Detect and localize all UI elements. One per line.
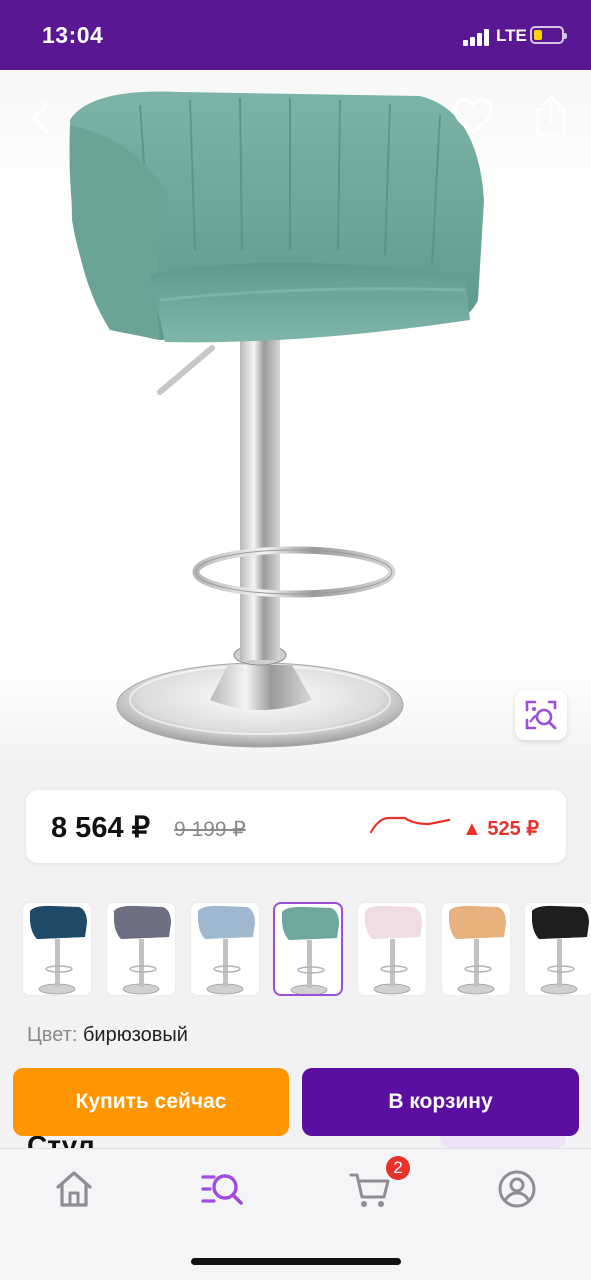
home-indicator bbox=[191, 1258, 401, 1265]
variant-thumbnail bbox=[198, 905, 255, 995]
price-difference: ▲ 525 ₽ bbox=[462, 818, 540, 840]
add-to-cart-button[interactable]: В корзину bbox=[302, 1068, 579, 1136]
product-badge bbox=[440, 1136, 566, 1148]
color-variant-dark-blue[interactable] bbox=[22, 902, 92, 996]
variant-thumbnail bbox=[114, 905, 171, 995]
color-info: Цвет: бирюзовый bbox=[27, 1024, 188, 1047]
old-price: 9 199 ₽ bbox=[174, 818, 246, 841]
variant-thumbnail bbox=[282, 906, 339, 994]
color-variant-turquoise[interactable] bbox=[273, 902, 343, 996]
price-card[interactable]: 8 564 ₽ 9 199 ₽ ▲ 525 ₽ bbox=[26, 790, 566, 863]
color-variants bbox=[22, 902, 591, 998]
home-icon[interactable] bbox=[52, 1167, 96, 1211]
color-label: Цвет: bbox=[27, 1024, 78, 1046]
chevron-left-icon[interactable] bbox=[22, 98, 62, 138]
variant-thumbnail bbox=[30, 905, 87, 995]
signal-icon bbox=[463, 28, 491, 46]
current-price: 8 564 ₽ bbox=[51, 812, 151, 844]
variant-thumbnail bbox=[449, 905, 506, 995]
color-value: бирюзовый bbox=[82, 1024, 188, 1046]
color-variant-light-blue[interactable] bbox=[190, 902, 260, 996]
battery-icon bbox=[530, 26, 567, 44]
cart-badge: 2 bbox=[384, 1154, 412, 1182]
variant-thumbnail bbox=[532, 905, 589, 995]
variant-thumbnail bbox=[365, 905, 422, 995]
product-page: 13:04 LTE 8 564 ₽ 9 199 ₽ ▲ 525 ₽ Цвет: … bbox=[0, 0, 591, 1280]
visual-search-icon bbox=[525, 700, 557, 730]
profile-icon[interactable] bbox=[495, 1167, 539, 1211]
search-list-icon[interactable] bbox=[200, 1167, 244, 1211]
status-bar: 13:04 LTE bbox=[0, 0, 591, 70]
color-variant-black[interactable] bbox=[524, 902, 591, 996]
share-icon[interactable] bbox=[530, 94, 572, 138]
price-trend-sparkline bbox=[369, 816, 451, 834]
product-image-gallery[interactable] bbox=[0, 70, 591, 765]
buy-now-button[interactable]: Купить сейчас bbox=[13, 1068, 289, 1136]
visual-search-button[interactable] bbox=[515, 690, 567, 740]
network-type: LTE bbox=[496, 26, 527, 45]
status-time: 13:04 bbox=[42, 22, 104, 48]
color-variant-grey[interactable] bbox=[106, 902, 176, 996]
color-variant-pink[interactable] bbox=[357, 902, 427, 996]
heart-icon[interactable] bbox=[451, 96, 495, 136]
product-image bbox=[69, 91, 484, 748]
color-variant-beige[interactable] bbox=[441, 902, 511, 996]
